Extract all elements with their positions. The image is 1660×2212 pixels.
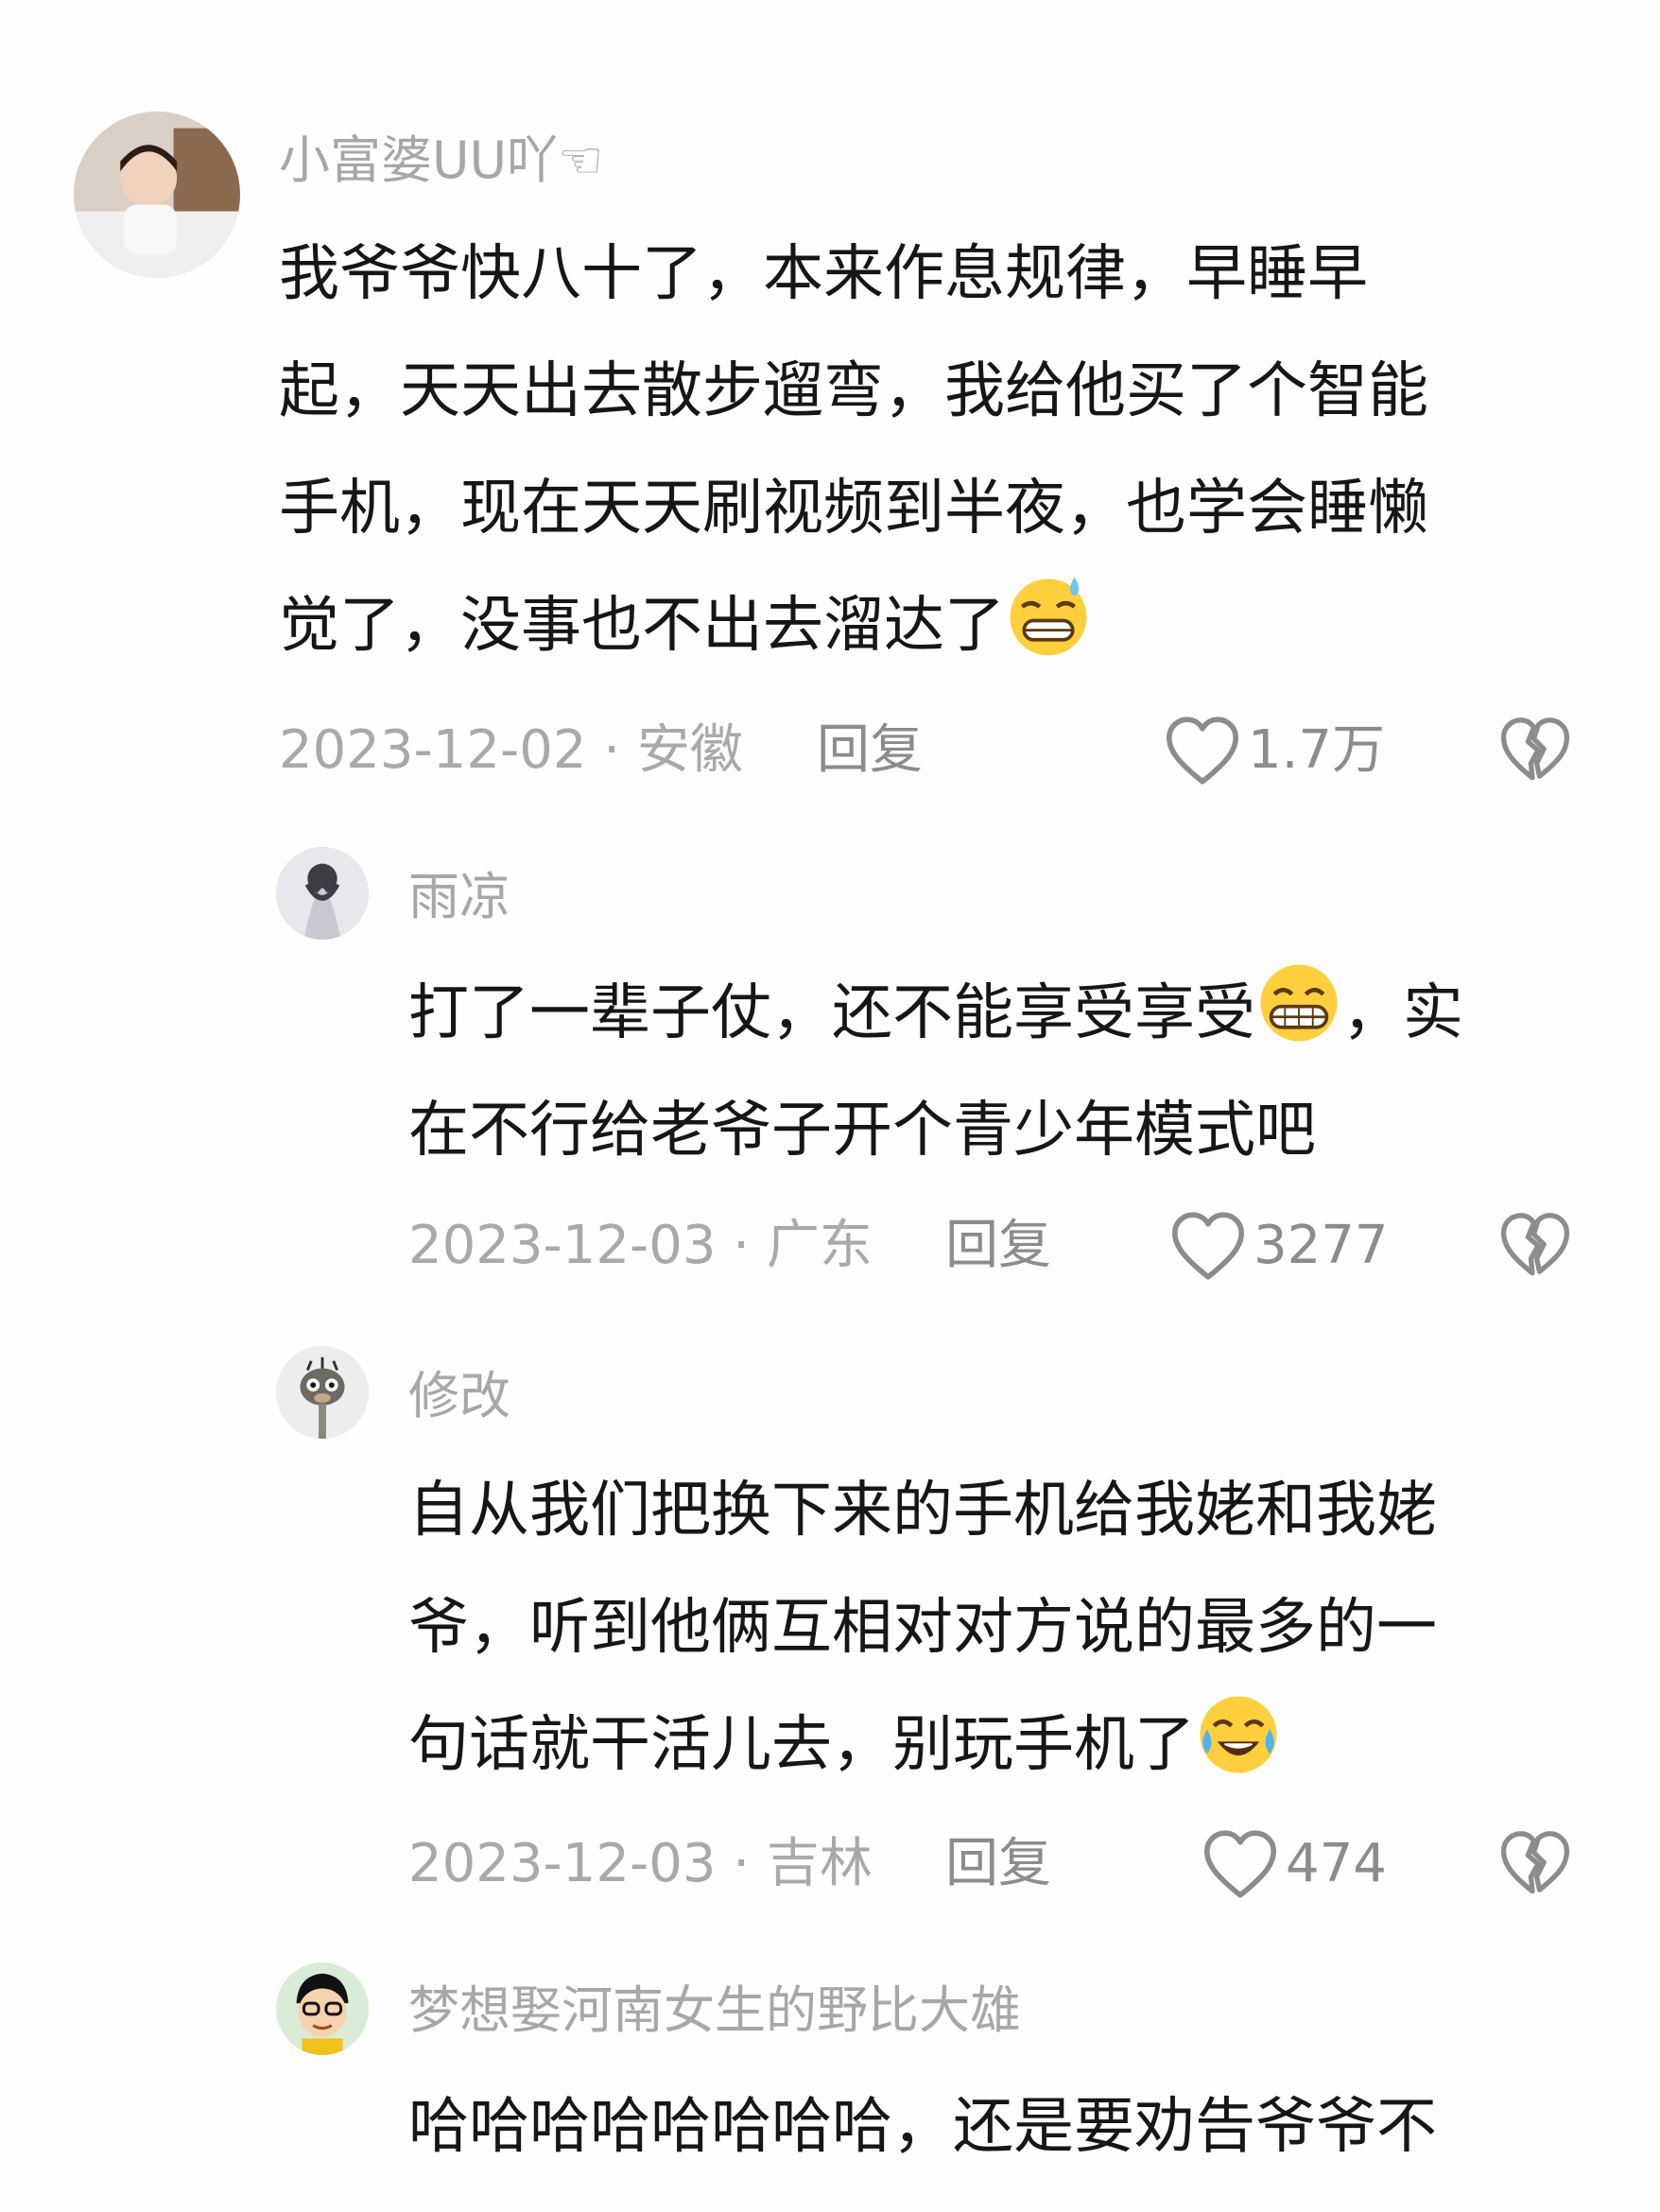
comment-line-text: 觉了，没事也不出去溜达了 [279, 591, 1005, 661]
comment-text: 哈哈哈哈哈哈哈哈，还是要劝告爷爷不 [408, 2068, 1660, 2186]
comment-line-last: 觉了，没事也不出去溜达了 [279, 567, 1565, 684]
username[interactable]: 梦想娶河南女生的野比大雄 [408, 1985, 1021, 2036]
comment-line: 手机，现在天天刷视频到半夜，也学会睡懒 [279, 474, 1428, 544]
comment-meta: 2023-12-02 · 安徽 [279, 719, 743, 781]
like-count: 1.7万 [1248, 719, 1386, 781]
reply-button[interactable]: 回复 [817, 724, 923, 777]
like-button[interactable]: 474 [1202, 1828, 1387, 1900]
comment-text: 打了一辈子仗，还不能享受享受 ，实 在不行给老爷子开个青少年模式吧 [408, 955, 1660, 1189]
broken-heart-icon [1500, 717, 1570, 781]
comment-meta: 2023-12-03 · 广东 [408, 1215, 873, 1276]
heart-outline-icon [1204, 1830, 1276, 1898]
heart-outline-icon [1172, 1212, 1244, 1280]
laugh-cry-emoji-icon [1195, 1691, 1282, 1778]
dislike-button[interactable] [1499, 1210, 1571, 1280]
comment-line: 起，天天出去散步遛弯，我给他买了个智能 [279, 356, 1428, 426]
reply-button[interactable]: 回复 [945, 1219, 1051, 1272]
comment-line-text: 句话就干活儿去，别玩手机了 [408, 1710, 1195, 1780]
dislike-button[interactable] [1499, 715, 1571, 785]
comment-text: 我爷爷快八十了，本来作息规律，早睡早 起，天天出去散步遛弯，我给他买了个智能 手… [279, 216, 1565, 684]
comment-line-last: 句话就干活儿去，别玩手机了 [408, 1686, 1660, 1804]
heart-outline-icon [1167, 717, 1238, 785]
comment-line-first: 打了一辈子仗，还不能享受享受 ，实 [408, 955, 1660, 1072]
avatar[interactable] [276, 1962, 369, 2055]
avatar[interactable] [276, 1346, 369, 1439]
avatar-photo [276, 1962, 369, 2055]
grin-emoji-icon [1255, 959, 1342, 1046]
comment-line: 在不行给老爷子开个青少年模式吧 [408, 1096, 1316, 1166]
avatar-photo [276, 847, 369, 940]
like-button[interactable]: 3277 [1170, 1210, 1389, 1282]
avatar[interactable] [276, 847, 369, 940]
comment-line: 我爷爷快八十了，本来作息规律，早睡早 [279, 239, 1368, 309]
like-button[interactable]: 1.7万 [1165, 715, 1385, 786]
dislike-button[interactable] [1499, 1828, 1571, 1898]
username[interactable]: 修改 [408, 1371, 510, 1422]
username[interactable]: 雨凉 [408, 872, 510, 923]
reply-button[interactable]: 回复 [945, 1838, 1051, 1891]
comment-line: 自从我们把换下来的手机给我姥和我姥 [408, 1476, 1437, 1546]
avatar-photo [74, 112, 240, 278]
comment-line-text: ，实 [1342, 978, 1463, 1048]
username[interactable]: 小富婆UU吖☜ [279, 135, 603, 186]
comment-line: 哈哈哈哈哈哈哈哈，还是要劝告爷爷不 [408, 2092, 1437, 2162]
comment-text: 自从我们把换下来的手机给我姥和我姥 爷，听到他俩互相对对方说的最多的一 句话就干… [408, 1452, 1660, 1804]
avatar[interactable] [74, 112, 240, 278]
broken-heart-icon [1500, 1213, 1570, 1276]
broken-heart-icon [1500, 1831, 1570, 1894]
comment-meta: 2023-12-03 · 吉林 [408, 1833, 873, 1894]
avatar-photo [276, 1346, 369, 1439]
like-count: 474 [1286, 1833, 1387, 1894]
sweat-grin-emoji-icon [1005, 572, 1092, 659]
like-count: 3277 [1254, 1215, 1389, 1276]
comment-item: 小富婆UU吖☜ 我爷爷快八十了，本来作息规律，早睡早 起，天天出去散步遛弯，我给… [0, 0, 1660, 785]
comment-line-text: 打了一辈子仗，还不能享受享受 [408, 978, 1255, 1048]
comment-line: 爷，听到他俩互相对对方说的最多的一 [408, 1593, 1437, 1663]
